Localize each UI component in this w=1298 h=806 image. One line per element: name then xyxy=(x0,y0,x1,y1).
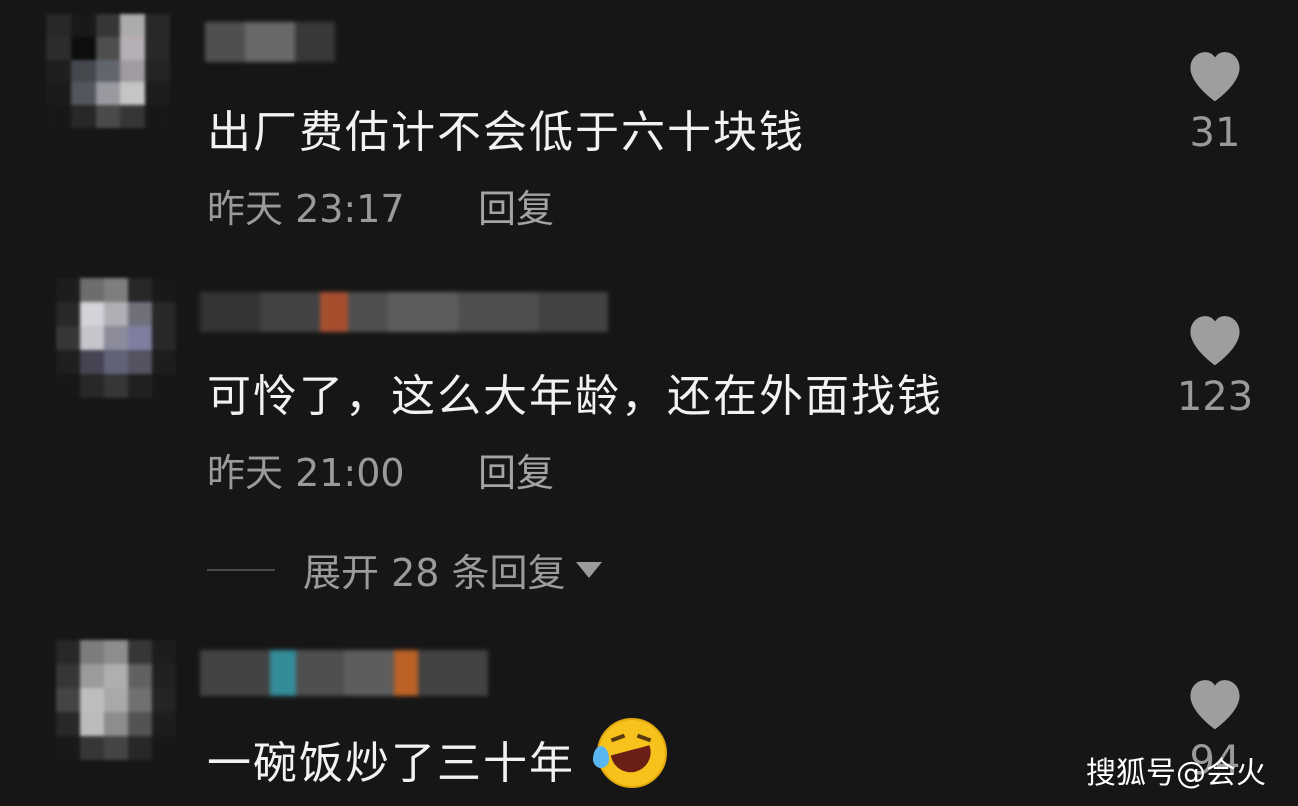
watermark: 搜狐号@会火 xyxy=(1086,756,1266,791)
comment-text: 可怜了，这么大年龄，还在外面找钱 xyxy=(207,371,943,422)
expand-replies-label: 展开 28 条回复 xyxy=(303,551,566,595)
like-count: 123 xyxy=(1176,374,1254,420)
comment-text-content: 一碗饭炒了三十年 xyxy=(207,738,575,789)
username-blurred[interactable] xyxy=(200,292,608,332)
comment-time: 昨天 21:00 xyxy=(207,451,405,495)
comment-time: 昨天 23:17 xyxy=(207,187,405,231)
heart-icon xyxy=(1190,680,1240,730)
like-button[interactable]: 31 xyxy=(1165,44,1265,156)
avatar[interactable] xyxy=(46,14,170,128)
heart-icon xyxy=(1190,316,1240,366)
expand-replies-button[interactable]: 展开 28 条回复 xyxy=(207,542,602,597)
avatar[interactable] xyxy=(56,640,176,760)
comment-text: 一碗饭炒了三十年 xyxy=(207,718,667,791)
divider-line xyxy=(207,568,275,571)
reply-button[interactable]: 回复 xyxy=(478,178,554,233)
like-button[interactable]: 123 xyxy=(1165,308,1265,420)
rofl-emoji-icon xyxy=(593,718,667,788)
comment-text: 出厂费估计不会低于六十块钱 xyxy=(207,107,805,158)
username-blurred[interactable] xyxy=(200,650,488,696)
heart-icon xyxy=(1190,52,1240,102)
reply-button[interactable]: 回复 xyxy=(478,442,554,497)
like-count: 31 xyxy=(1189,110,1241,156)
avatar[interactable] xyxy=(56,278,176,398)
caret-down-icon xyxy=(575,561,602,578)
username-blurred[interactable] xyxy=(205,22,335,62)
